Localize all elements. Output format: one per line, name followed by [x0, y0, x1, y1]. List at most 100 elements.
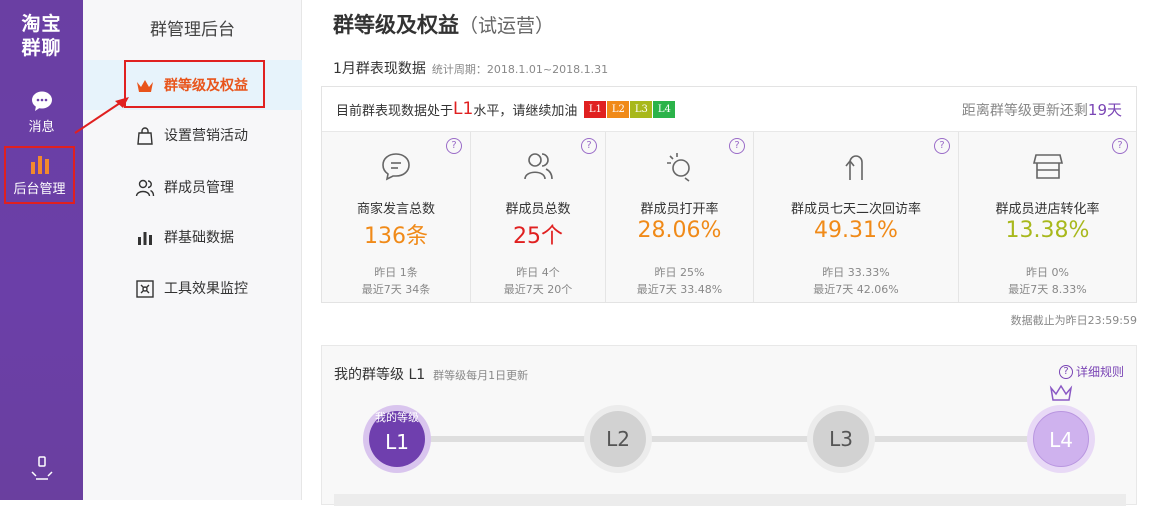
rules-label: 详细规则 [1075, 365, 1124, 379]
level-node-l1: L1 我的等级 [363, 405, 431, 473]
banner-prefix: 目前群表现数据处于 [336, 103, 454, 119]
brand-line-2: 群聊 [21, 37, 62, 59]
sidebar-item-basic-data[interactable]: 群基础数据 [83, 212, 302, 262]
section-title-text: 1月群表现数据 [333, 61, 426, 77]
help-icon: ? [1058, 364, 1073, 379]
metric-week: 最近7天 20个 [503, 283, 573, 296]
metric-yesterday: 昨日 1条 [374, 266, 418, 279]
main-content: 群等级及权益（试运营） 1月群表现数据 统计周期：2018.1.01~2018.1… [302, 0, 1149, 506]
metric-week: 最近7天 34条 [361, 283, 431, 296]
data-deadline: 数据截止为昨日23:59:59 [1010, 314, 1137, 327]
stats-panel: 目前群表现数据处于 L1 水平，请继续加油 L1 L2 L3 L4 距离群等级更新还… [321, 86, 1137, 303]
rail-item-messages[interactable]: 消息 [0, 90, 83, 135]
annotation-arrow [74, 97, 129, 134]
store-icon [1032, 154, 1063, 179]
badge-l1: L1 [584, 100, 607, 118]
level-node-label: L2 [590, 411, 646, 467]
metric-week: 最近7天 42.06% [813, 283, 899, 296]
sidebar-title: 群管理后台 [150, 20, 235, 40]
shopping-bag-icon [137, 127, 153, 145]
app-rail: 淘宝 群聊 消息 后台管理 [0, 0, 83, 500]
metric-cards: ? 商家发言总数 136条 昨日 1条 最近7天 34条 ? 群成员总数 25个… [322, 132, 1136, 302]
metric-name: 群成员打开率 [640, 202, 719, 217]
page-title-sub: （试运营） [459, 15, 555, 37]
bar-chart-icon [30, 156, 49, 174]
bar-chart-icon [138, 232, 152, 245]
help-icon[interactable]: ? [446, 138, 462, 154]
level-benefits-bar [334, 494, 1126, 506]
metric-week: 最近7天 33.48% [636, 283, 723, 296]
stat-period: 统计周期：2018.1.01~2018.1.31 [431, 63, 609, 76]
countdown-prefix: 距离群等级更新还剩 [961, 102, 1088, 119]
level-node-label: L4 [1033, 411, 1089, 467]
brand-logo: 淘宝 群聊 [0, 12, 83, 60]
page-title: 群等级及权益（试运营） [333, 9, 554, 39]
sidebar-item-members[interactable]: 群成员管理 [83, 162, 302, 212]
monitor-icon [136, 280, 154, 298]
level-panel: 我的群等级 L1 群等级每月1日更新 ? 详细规则 L1 我的等级 L2 L3 L4 [321, 345, 1137, 506]
sidebar-item-label: 群基础数据 [164, 230, 234, 246]
metric-card: ? 群成员打开率 28.06% 昨日 25% 最近7天 33.48% [606, 132, 754, 302]
badge-l4: L4 [653, 100, 676, 118]
level-title-text: 我的群等级 L1 [334, 367, 426, 383]
metric-card: ? 商家发言总数 136条 昨日 1条 最近7天 34条 [322, 132, 471, 302]
section-title: 1月群表现数据 统计周期：2018.1.01~2018.1.31 [333, 58, 608, 78]
chat-icon [382, 153, 410, 181]
sidebar-item-label: 工具效果监控 [164, 281, 248, 297]
level-banner: 目前群表现数据处于 L1 水平，请继续加油 L1 L2 L3 L4 距离群等级更新还… [322, 87, 1136, 132]
metric-week: 最近7天 8.33% [1008, 283, 1087, 296]
crown-icon [1049, 384, 1073, 401]
sidebar-item-label: 群成员管理 [164, 180, 234, 196]
metric-yesterday: 昨日 0% [1026, 266, 1069, 279]
level-title: 我的群等级 L1 群等级每月1日更新 [334, 364, 528, 384]
metric-yesterday: 昨日 33.33% [822, 266, 890, 279]
sidebar-item-label: 设置营销活动 [164, 128, 248, 144]
metric-yesterday: 昨日 4个 [516, 266, 560, 279]
badge-l3: L3 [630, 100, 653, 118]
metric-value: 25个 [513, 224, 563, 249]
metric-name: 商家发言总数 [356, 202, 435, 217]
metric-yesterday: 昨日 25% [654, 266, 705, 279]
rail-settings-icon[interactable] [0, 454, 83, 486]
metric-card: ? 群成员总数 25个 昨日 4个 最近7天 20个 [471, 132, 606, 302]
metric-name: 群成员七天二次回访率 [790, 202, 921, 217]
highlight-box [124, 60, 265, 108]
chat-bubble-icon [31, 91, 52, 111]
badge-l2: L2 [607, 100, 630, 118]
metric-name: 群成员进店转化率 [995, 202, 1100, 217]
page-title-text: 群等级及权益 [333, 13, 459, 37]
rail-item-label: 后台管理 [13, 182, 66, 197]
level-node-l3: L3 [807, 405, 875, 473]
metric-card: ? 群成员七天二次回访率 49.31% 昨日 33.33% 最近7天 42.06… [754, 132, 959, 302]
update-countdown: 距离群等级更新还剩19天 [962, 99, 1122, 120]
level-update-note: 群等级每月1日更新 [433, 369, 529, 382]
sidebar-item-tool-monitor[interactable]: 工具效果监控 [83, 263, 302, 313]
sidebar: 群管理后台 群等级及权益 设置营销活动 群成员管理 群基础数据 工具效果监控 [83, 0, 302, 500]
metric-name: 群成员总数 [505, 202, 571, 217]
help-icon[interactable]: ? [581, 138, 597, 154]
metric-value: 28.06% [637, 218, 722, 243]
rail-item-label: 消息 [28, 120, 55, 135]
rail-item-admin[interactable]: 后台管理 [4, 146, 75, 204]
metric-value: 49.31% [814, 218, 898, 243]
metric-value: 136条 [364, 224, 428, 249]
level-badges: L1 L2 L3 L4 [583, 100, 676, 118]
brand-line-1: 淘宝 [21, 13, 62, 35]
banner-level: L1 [453, 99, 474, 119]
metric-card: ? 群成员进店转化率 13.38% 昨日 0% 最近7天 8.33% [959, 132, 1136, 302]
users-icon [135, 179, 155, 197]
help-icon[interactable]: ? [729, 138, 745, 154]
countdown-days: 19天 [1087, 100, 1122, 119]
u-turn-icon [845, 155, 863, 180]
tap-icon [666, 153, 690, 182]
level-node-label: L3 [813, 411, 869, 467]
detail-rules-link[interactable]: ? 详细规则 [1058, 363, 1124, 380]
metric-value: 13.38% [1005, 218, 1090, 243]
collapse-icon [30, 456, 53, 480]
help-icon[interactable]: ? [934, 138, 950, 154]
banner-suffix: 水平，请继续加油 [473, 103, 578, 119]
my-level-label: 我的等级 [375, 411, 419, 424]
level-node-l4: L4 [1027, 405, 1095, 473]
level-node-l2: L2 [584, 405, 652, 473]
help-icon[interactable]: ? [1112, 138, 1128, 154]
